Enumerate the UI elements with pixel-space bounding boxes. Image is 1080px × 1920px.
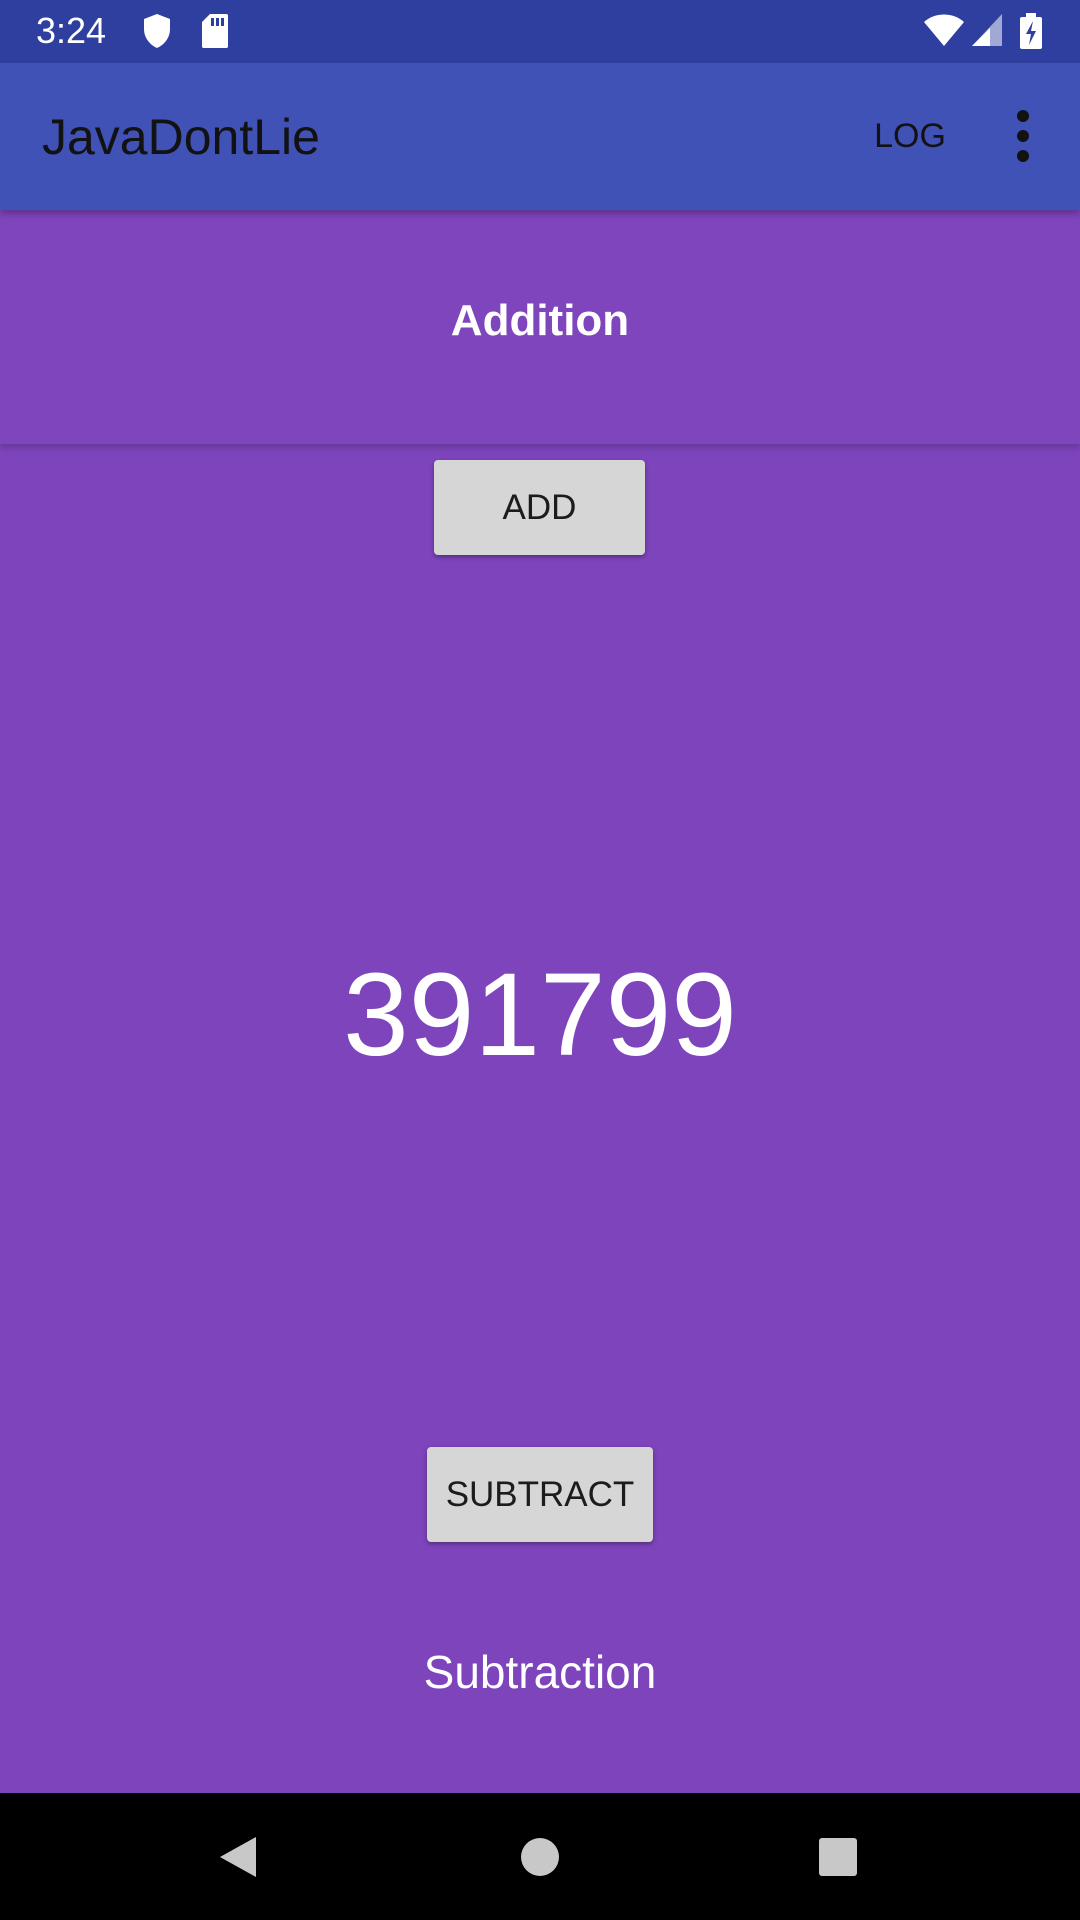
app-bar: JavaDontLie LOG	[0, 63, 1080, 210]
result-value: 391799	[343, 949, 737, 1081]
subtract-button[interactable]: SUBTRACT	[427, 1447, 653, 1542]
status-bar: 3:24	[0, 0, 1080, 63]
battery-charging-icon	[1020, 13, 1042, 49]
more-vert-icon[interactable]	[995, 98, 1051, 174]
status-time: 3:24	[36, 10, 107, 51]
section-header: Addition	[0, 210, 1080, 444]
app-title: JavaDontLie	[42, 109, 320, 165]
back-icon[interactable]	[214, 1833, 262, 1881]
wifi-icon	[924, 14, 964, 46]
shield-icon	[144, 14, 170, 48]
section-title: Addition	[450, 296, 630, 345]
log-button[interactable]: LOG	[860, 103, 960, 169]
signal-icon	[972, 14, 1002, 46]
footer-label: Subtraction	[423, 1646, 657, 1698]
main-content: Addition ADD 391799 SUBTRACT Subtraction	[0, 210, 1080, 1793]
nav-bar	[0, 1793, 1080, 1920]
screen: 3:24 JavaDontLie LOG Addition ADD 391799…	[0, 0, 1080, 1920]
add-button[interactable]: ADD	[434, 460, 645, 555]
sd-card-icon	[202, 14, 228, 48]
home-icon[interactable]	[516, 1833, 564, 1881]
recents-icon[interactable]	[814, 1833, 862, 1881]
